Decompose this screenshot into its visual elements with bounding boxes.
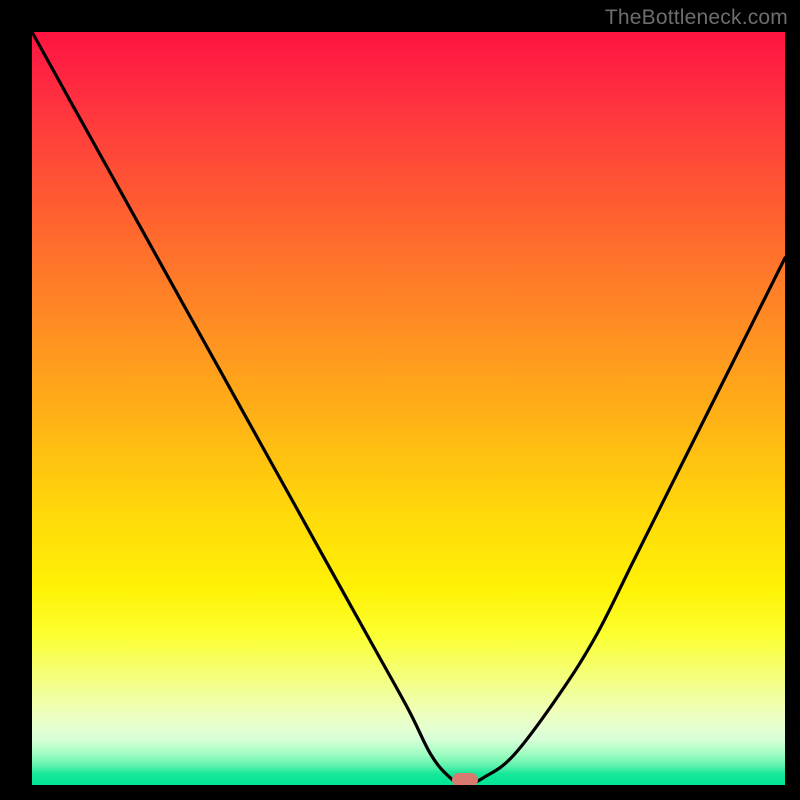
chart-frame: TheBottleneck.com (0, 0, 800, 800)
optimal-point-marker (452, 773, 478, 785)
plot-area (32, 32, 785, 785)
bottleneck-curve (32, 32, 785, 785)
watermark-label: TheBottleneck.com (605, 6, 788, 30)
